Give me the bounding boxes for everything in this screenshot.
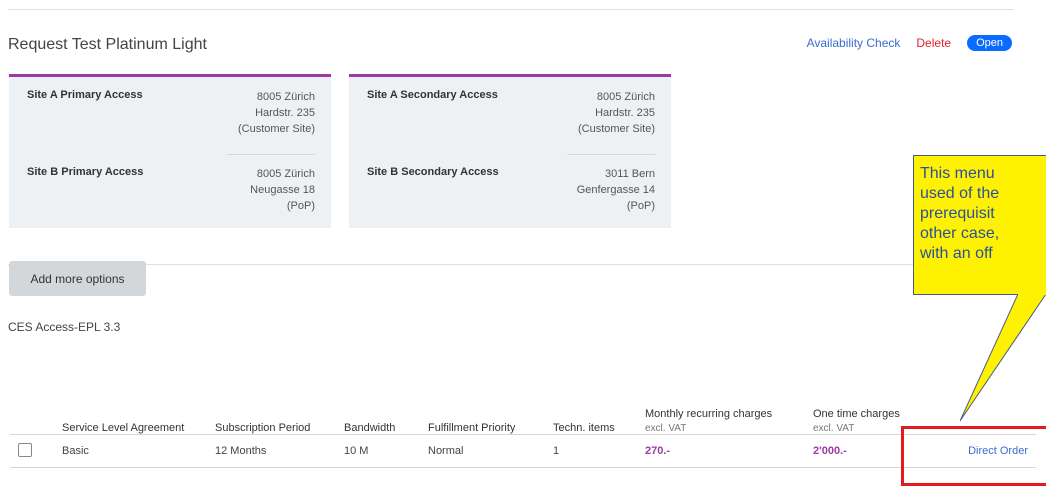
address-line: 3011 Bern <box>605 168 655 180</box>
delete-link[interactable]: Delete <box>916 36 951 50</box>
options-table: Service Level Agreement Subscription Per… <box>10 388 1036 468</box>
callout-line: with an off <box>920 245 993 262</box>
table-header-row: Service Level Agreement Subscription Per… <box>10 388 1036 435</box>
column-header: Techn. items <box>553 422 615 434</box>
availability-check-link[interactable]: Availability Check <box>807 36 901 50</box>
address-line: (PoP) <box>626 200 655 212</box>
monthly-charges-header: Monthly recurring charges excl. VAT <box>637 388 805 435</box>
callout-line: prerequisit <box>920 205 995 222</box>
page-title: Request Test Platinum Light <box>8 36 207 53</box>
address-line: 8005 Zürich <box>256 168 315 180</box>
site-address: 8005 Zürich Hardstr. 235 (Customer Site) <box>578 89 655 137</box>
add-more-options-button[interactable]: Add more options <box>9 261 146 296</box>
callout-annotation: This menu used of the prerequisit other … <box>913 155 1046 295</box>
card-divider <box>567 154 655 155</box>
card-divider <box>227 154 315 155</box>
site-b-secondary-row: Site B Secondary Access 3011 Bern Genfer… <box>367 166 655 226</box>
callout-pointer <box>960 294 1046 422</box>
monthly-price-cell: 270.- <box>637 434 805 468</box>
callout-line: other case, <box>920 225 1000 242</box>
callout-line: used of the <box>920 185 1000 202</box>
product-name: CES Access-EPL 3.3 <box>8 320 121 334</box>
site-a-primary-row: Site A Primary Access 8005 Zürich Hardst… <box>27 89 315 149</box>
column-subheader: excl. VAT <box>645 423 687 434</box>
site-address: 8005 Zürich Neugasse 18 (PoP) <box>250 166 315 214</box>
column-header: Bandwidth <box>344 422 396 434</box>
column-header: Monthly recurring charges <box>645 408 773 420</box>
site-a-secondary-row: Site A Secondary Access 8005 Zürich Hard… <box>367 89 655 149</box>
site-label: Site A Primary Access <box>27 89 143 101</box>
table-row: Basic 12 Months 10 M Normal 1 270.- 2'00… <box>10 434 1036 468</box>
highlight-frame <box>901 426 1046 486</box>
site-label: Site A Secondary Access <box>367 89 498 101</box>
bandwidth-cell: 10 M <box>336 434 420 468</box>
priority-cell: Normal <box>420 434 545 468</box>
site-label: Site B Secondary Access <box>367 166 499 178</box>
address-line: Hardstr. 235 <box>595 107 655 119</box>
select-column-header <box>10 388 54 435</box>
column-header: Service Level Agreement <box>62 422 185 434</box>
sla-cell: Basic <box>54 434 207 468</box>
column-header: Subscription Period <box>215 422 311 434</box>
site-card-secondary: Site A Secondary Access 8005 Zürich Hard… <box>349 74 671 228</box>
site-label: Site B Primary Access <box>27 166 144 178</box>
address-line: Neugasse 18 <box>250 184 315 196</box>
site-b-primary-row: Site B Primary Access 8005 Zürich Neugas… <box>27 166 315 226</box>
address-line: (Customer Site) <box>577 123 655 135</box>
items-cell: 1 <box>545 434 637 468</box>
header-actions: Availability Check Delete Open <box>807 35 1012 51</box>
address-line: (Customer Site) <box>237 123 315 135</box>
address-line: 8005 Zürich <box>596 91 655 103</box>
select-cell <box>10 434 54 468</box>
address-line: (PoP) <box>286 200 315 212</box>
callout-line: This menu <box>920 165 995 182</box>
top-divider <box>8 9 1014 10</box>
column-header: One time charges <box>813 408 900 420</box>
site-card-primary: Site A Primary Access 8005 Zürich Hardst… <box>9 74 331 228</box>
address-line: 8005 Zürich <box>256 91 315 103</box>
period-cell: 12 Months <box>207 434 336 468</box>
site-address: 8005 Zürich Hardstr. 235 (Customer Site) <box>238 89 315 137</box>
section-divider <box>8 264 1014 265</box>
address-line: Genfergasse 14 <box>576 184 655 196</box>
row-checkbox[interactable] <box>18 442 32 457</box>
status-badge: Open <box>967 35 1012 51</box>
site-address: 3011 Bern Genfergasse 14 (PoP) <box>577 166 655 214</box>
address-line: Hardstr. 235 <box>255 107 315 119</box>
column-header: Fulfillment Priority <box>428 422 516 434</box>
